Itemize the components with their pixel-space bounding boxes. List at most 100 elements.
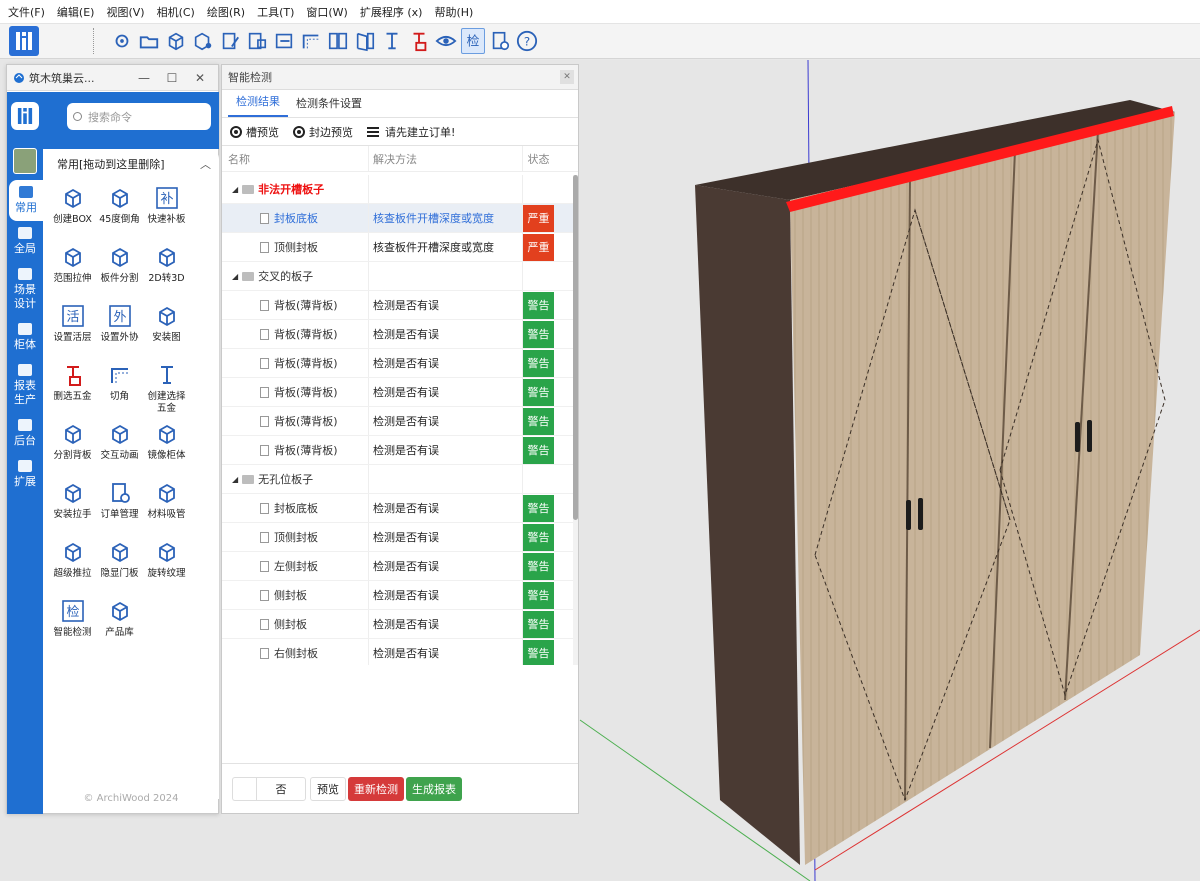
order-notice[interactable]: 请先建立订单! [367, 124, 455, 140]
corner-cut-button[interactable] [299, 28, 323, 54]
tab-results[interactable]: 检测结果 [228, 93, 288, 117]
command-fill-board[interactable]: 补快速补板 [143, 179, 190, 238]
table-row[interactable]: 左侧封板 检测是否有误 警告 [222, 552, 578, 581]
menu-item[interactable]: 视图(V) [106, 4, 144, 20]
command-door-visibility[interactable]: 隐显门板 [96, 533, 143, 592]
group-row[interactable]: ◢ 无孔位板子 [222, 465, 578, 494]
panel-insert-button[interactable] [272, 28, 296, 54]
table-row[interactable]: 背板(薄背板) 检测是否有误 警告 [222, 320, 578, 349]
table-row[interactable]: 侧封板 检测是否有误 警告 [222, 610, 578, 639]
help-icon: ? [516, 30, 538, 52]
command-eyedropper[interactable]: 材料吸管 [143, 474, 190, 533]
command-split-board[interactable]: 板件分割 [96, 238, 143, 297]
command-order[interactable]: 订单管理 [96, 474, 143, 533]
command-chamfer[interactable]: 45度倒角 [96, 179, 143, 238]
expand-triangle-icon[interactable]: ◢ [232, 475, 238, 484]
menu-item[interactable]: 窗口(W) [306, 4, 347, 20]
scrollbar-thumb[interactable] [573, 175, 578, 520]
eye-button[interactable] [434, 28, 458, 54]
group-row[interactable]: ◢ 交叉的板子 [222, 262, 578, 291]
table-row[interactable]: 背板(薄背板) 检测是否有误 警告 [222, 407, 578, 436]
sidebar-nav-item[interactable]: 扩展 [7, 454, 43, 495]
preview-button[interactable]: 预览 [310, 776, 346, 801]
menu-item[interactable]: 编辑(E) [57, 4, 95, 20]
table-row[interactable]: 侧封板 检测是否有误 警告 [222, 581, 578, 610]
search-input[interactable]: 搜索命令 [67, 103, 211, 130]
chevron-up-icon[interactable]: ︿ [200, 156, 211, 172]
recheck-button[interactable]: 重新检测 [348, 776, 404, 801]
command-hardware-select[interactable]: 创建选择 五金 [143, 356, 190, 415]
sidebar-nav-item[interactable]: 后台 [7, 413, 43, 454]
toggle-value[interactable]: 否 [256, 776, 306, 801]
menu-item[interactable]: 相机(C) [157, 4, 195, 20]
toggle-switch[interactable] [232, 776, 256, 801]
table-scrollbar[interactable] [573, 175, 578, 665]
command-push-pull[interactable]: 超级推拉 [49, 533, 96, 592]
command-smart-check[interactable]: 检智能检测 [49, 592, 96, 651]
sidebar-nav-item[interactable]: 常用 [9, 180, 43, 221]
menu-item[interactable]: 绘图(R) [207, 4, 245, 20]
command-split-back[interactable]: 分割背板 [49, 415, 96, 474]
table-row[interactable]: 封板底板 检测是否有误 警告 [222, 494, 578, 523]
table-row[interactable]: 顶侧封板 核查板件开槽深度或宽度 严重 [222, 233, 578, 262]
table-row[interactable]: 背板(薄背板) 检测是否有误 警告 [222, 291, 578, 320]
name-cell: 右侧封板 [222, 639, 368, 665]
solution-text: 核查板件开槽深度或宽度 [373, 241, 494, 254]
minimize-button[interactable]: — [134, 71, 154, 85]
panel-copy-button[interactable] [245, 28, 269, 54]
door-open-button[interactable] [353, 28, 377, 54]
menu-item[interactable]: 扩展程序 (x) [360, 4, 423, 20]
menu-item[interactable]: 工具(T) [257, 4, 294, 20]
table-row[interactable]: 封板底板 核查板件开槽深度或宽度 严重 [222, 204, 578, 233]
table-row[interactable]: 顶侧封板 检测是否有误 警告 [222, 523, 578, 552]
command-cloud-upload[interactable]: 安装图 [143, 297, 190, 356]
command-outsource[interactable]: 外设置外协 [96, 297, 143, 356]
plugin-logo-button[interactable] [9, 26, 39, 56]
table-row[interactable]: 背板(薄背板) 检测是否有误 警告 [222, 349, 578, 378]
expand-triangle-icon[interactable]: ◢ [232, 272, 238, 281]
command-cube[interactable]: 创建BOX [49, 179, 96, 238]
command-active-layer[interactable]: 活设置活层 [49, 297, 96, 356]
smart-check-button[interactable]: 检 [461, 28, 485, 54]
close-button[interactable]: ✕ [560, 70, 574, 84]
menu-item[interactable]: 帮助(H) [434, 4, 473, 20]
command-rotate-texture[interactable]: 旋转纹理 [143, 533, 190, 592]
table-row[interactable]: 背板(薄背板) 检测是否有误 警告 [222, 378, 578, 407]
table-row[interactable]: 右侧封板 检测是否有误 警告 [222, 639, 578, 665]
groove-preview-toggle[interactable]: 槽预览 [230, 124, 279, 140]
hardware-select-button[interactable] [380, 28, 404, 54]
command-mirror-cabinet[interactable]: 镜像柜体 [143, 415, 190, 474]
tab-settings[interactable]: 检测条件设置 [288, 95, 370, 117]
close-button[interactable]: ✕ [190, 71, 210, 85]
hardware-delete-button[interactable] [407, 28, 431, 54]
command-hardware-delete[interactable]: 删选五金 [49, 356, 96, 415]
sidebar-nav-item[interactable]: 柜体 [7, 317, 43, 358]
command-convert-3d[interactable]: 2D转3D [143, 238, 190, 297]
command-animation[interactable]: 交互动画 [96, 415, 143, 474]
sidebar-nav-item[interactable]: 报表 生产 [7, 358, 43, 413]
panel-edit-button[interactable] [218, 28, 242, 54]
edge-preview-toggle[interactable]: 封边预览 [293, 124, 353, 140]
command-product-library[interactable]: 产品库 [96, 592, 143, 651]
box-button[interactable] [164, 28, 188, 54]
help-button[interactable]: ? [515, 28, 539, 54]
command-stretch[interactable]: 范围拉伸 [49, 238, 96, 297]
box-settings-button[interactable] [191, 28, 215, 54]
search-icon [73, 112, 82, 121]
door-mirror-button[interactable] [326, 28, 350, 54]
sidebar-nav-item[interactable]: 全局 [7, 221, 43, 262]
generate-report-button[interactable]: 生成报表 [406, 776, 462, 801]
command-corner-cut[interactable]: 切角 [96, 356, 143, 415]
sidebar-nav-item[interactable]: 场景 设计 [7, 262, 43, 317]
folder-button[interactable] [137, 28, 161, 54]
group-row[interactable]: ◢ 非法开槽板子 [222, 175, 578, 204]
eye-icon [293, 125, 305, 138]
expand-triangle-icon[interactable]: ◢ [232, 185, 238, 194]
command-handle[interactable]: 安装拉手 [49, 474, 96, 533]
maximize-button[interactable]: ☐ [162, 71, 182, 85]
table-row[interactable]: 背板(薄背板) 检测是否有误 警告 [222, 436, 578, 465]
gear-button[interactable] [110, 28, 134, 54]
order-button[interactable] [488, 28, 512, 54]
menu-item[interactable]: 文件(F) [8, 4, 45, 20]
avatar[interactable] [13, 148, 37, 174]
